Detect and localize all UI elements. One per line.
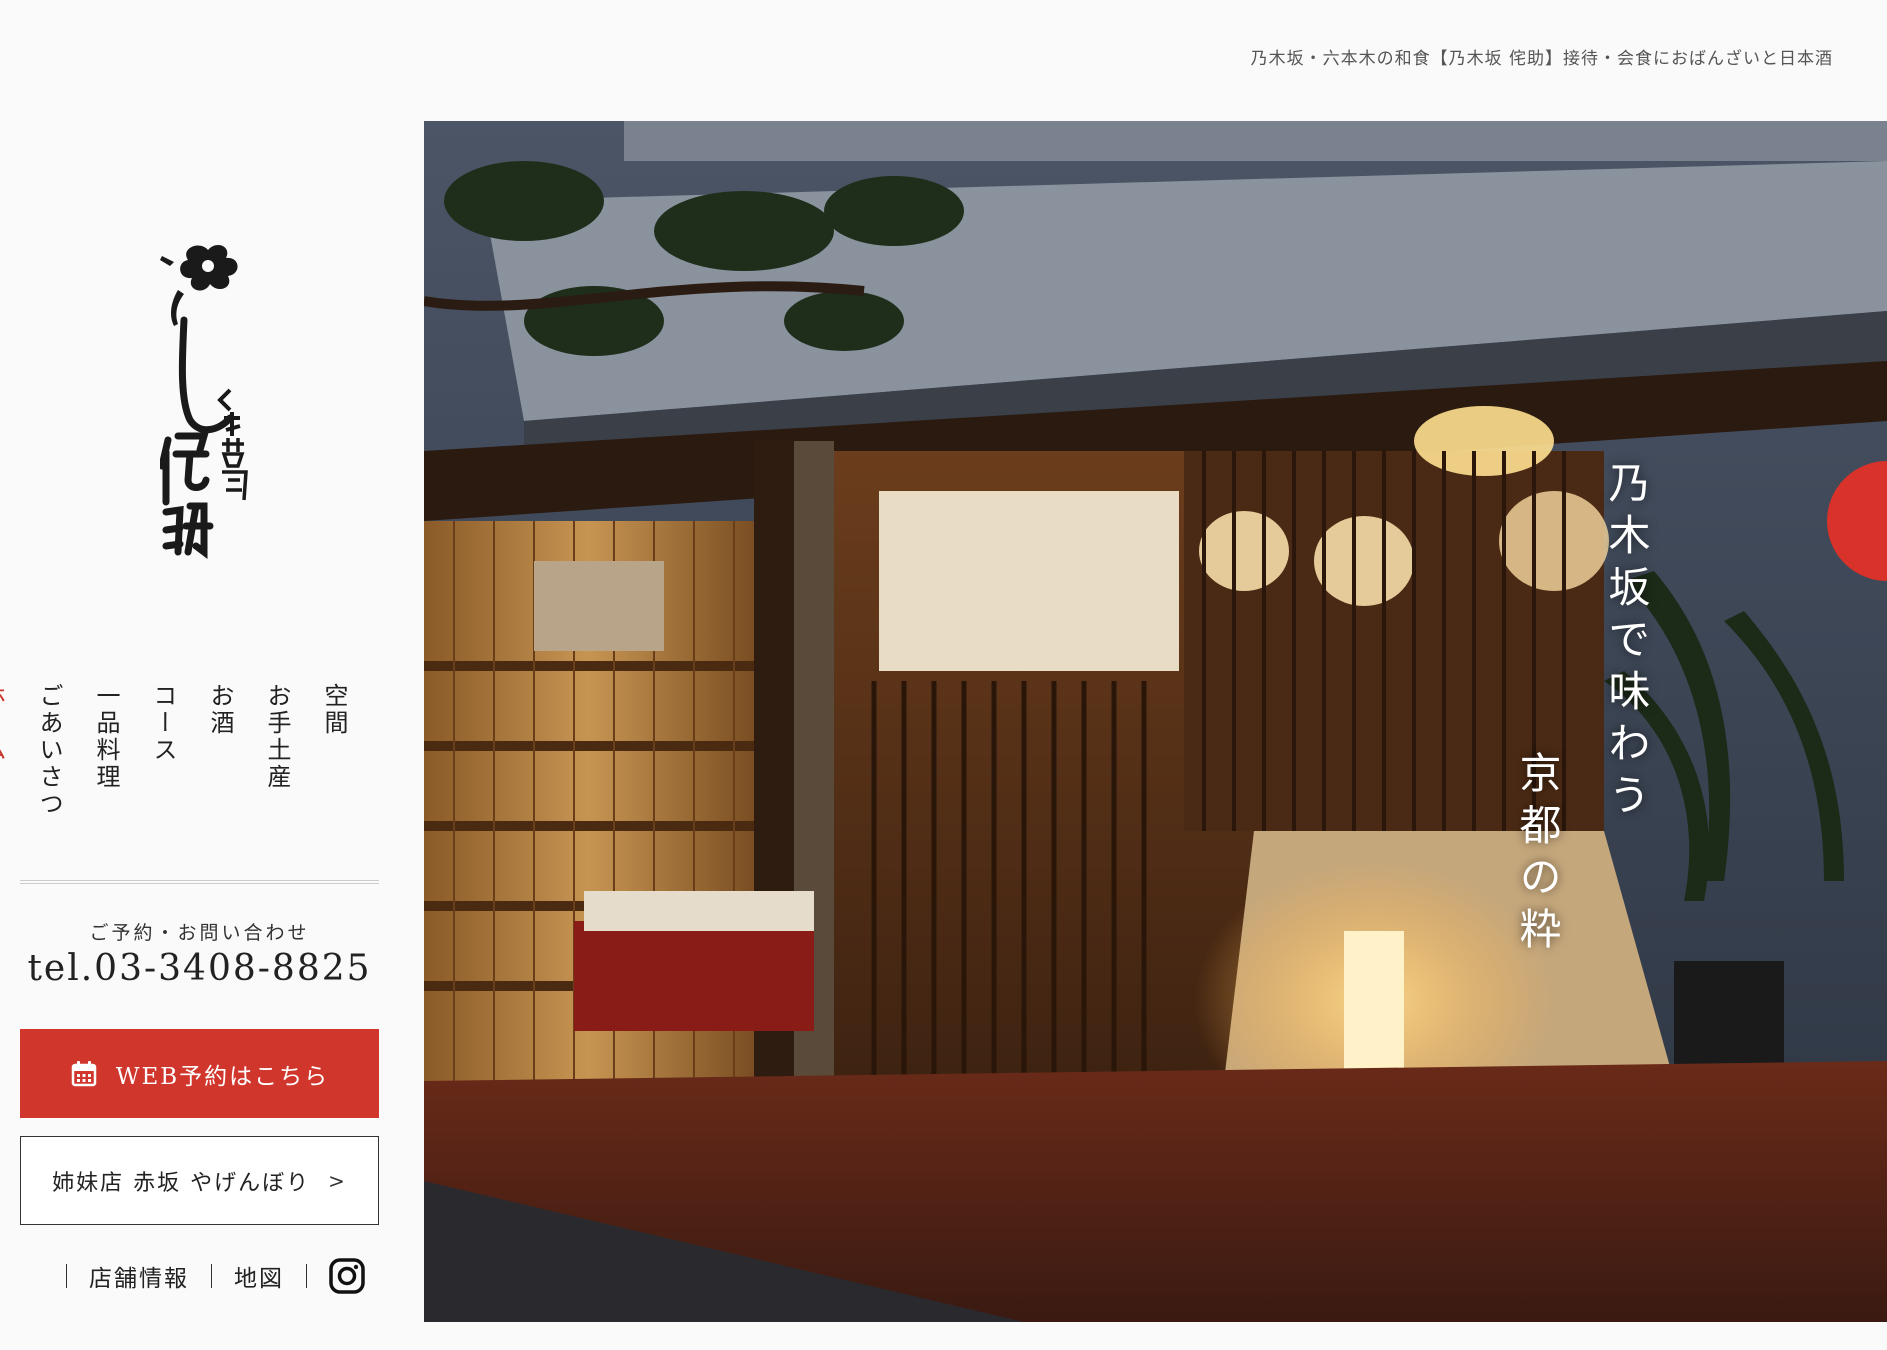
nav-item-space[interactable]: 空間 bbox=[317, 683, 352, 843]
instagram-icon[interactable] bbox=[329, 1258, 365, 1294]
nav-item-greeting[interactable]: ごあいさつ bbox=[32, 683, 67, 843]
store-info-link[interactable]: 店舗情報 bbox=[89, 1259, 189, 1293]
hero-copy: 乃木坂で味わう 京都の粋 bbox=[1507, 461, 1657, 959]
site-tagline: 乃木坂・六本木の和食【乃木坂 侘助】接待・会食におばんざいと日本酒 bbox=[1250, 49, 1833, 69]
camellia-brush-logo-icon bbox=[158, 244, 248, 559]
sidebar-divider bbox=[20, 880, 379, 884]
sidebar: 空間 お手土産 お酒 コース 一品料理 ごあいさつ ホーム ご予約・お問い合わせ… bbox=[0, 0, 424, 1350]
link-separator bbox=[211, 1264, 212, 1288]
chevron-right-icon: > bbox=[328, 1168, 347, 1193]
hero-image: 乃木坂で味わう 京都の粋 bbox=[424, 121, 1887, 1322]
nav-item-a-la-carte[interactable]: 一品料理 bbox=[89, 683, 124, 843]
sister-store-label: 姉妹店 赤坂 やげんぼり bbox=[52, 1170, 311, 1196]
calendar-icon bbox=[71, 1060, 97, 1086]
link-separator bbox=[306, 1264, 307, 1288]
footer-links: 店舗情報 地図 bbox=[44, 1258, 365, 1294]
nav-item-course[interactable]: コース bbox=[146, 683, 181, 843]
web-reservation-button[interactable]: WEB予約はこちら bbox=[20, 1029, 379, 1118]
vertical-nav: 空間 お手土産 お酒 コース 一品料理 ごあいさつ ホーム bbox=[0, 683, 366, 843]
nav-item-sake[interactable]: お酒 bbox=[203, 683, 238, 843]
phone-number[interactable]: tel.03-3408-8825 bbox=[20, 948, 379, 989]
nav-item-gifts[interactable]: お手土産 bbox=[260, 683, 295, 843]
link-separator bbox=[66, 1264, 67, 1288]
brand-logo[interactable] bbox=[158, 240, 270, 560]
contact-label: ご予約・お問い合わせ bbox=[89, 922, 310, 944]
map-link[interactable]: 地図 bbox=[234, 1259, 284, 1293]
web-reservation-label: WEB予約はこちら bbox=[115, 1063, 330, 1090]
restaurant-entrance-photo bbox=[424, 121, 1887, 1322]
hero-line-1: 乃木坂で味わう bbox=[1602, 461, 1651, 825]
nav-item-home[interactable]: ホーム bbox=[0, 683, 10, 843]
hero-line-2: 京都の粋 bbox=[1513, 751, 1562, 959]
sister-store-button[interactable]: 姉妹店 赤坂 やげんぼり > bbox=[20, 1136, 379, 1225]
